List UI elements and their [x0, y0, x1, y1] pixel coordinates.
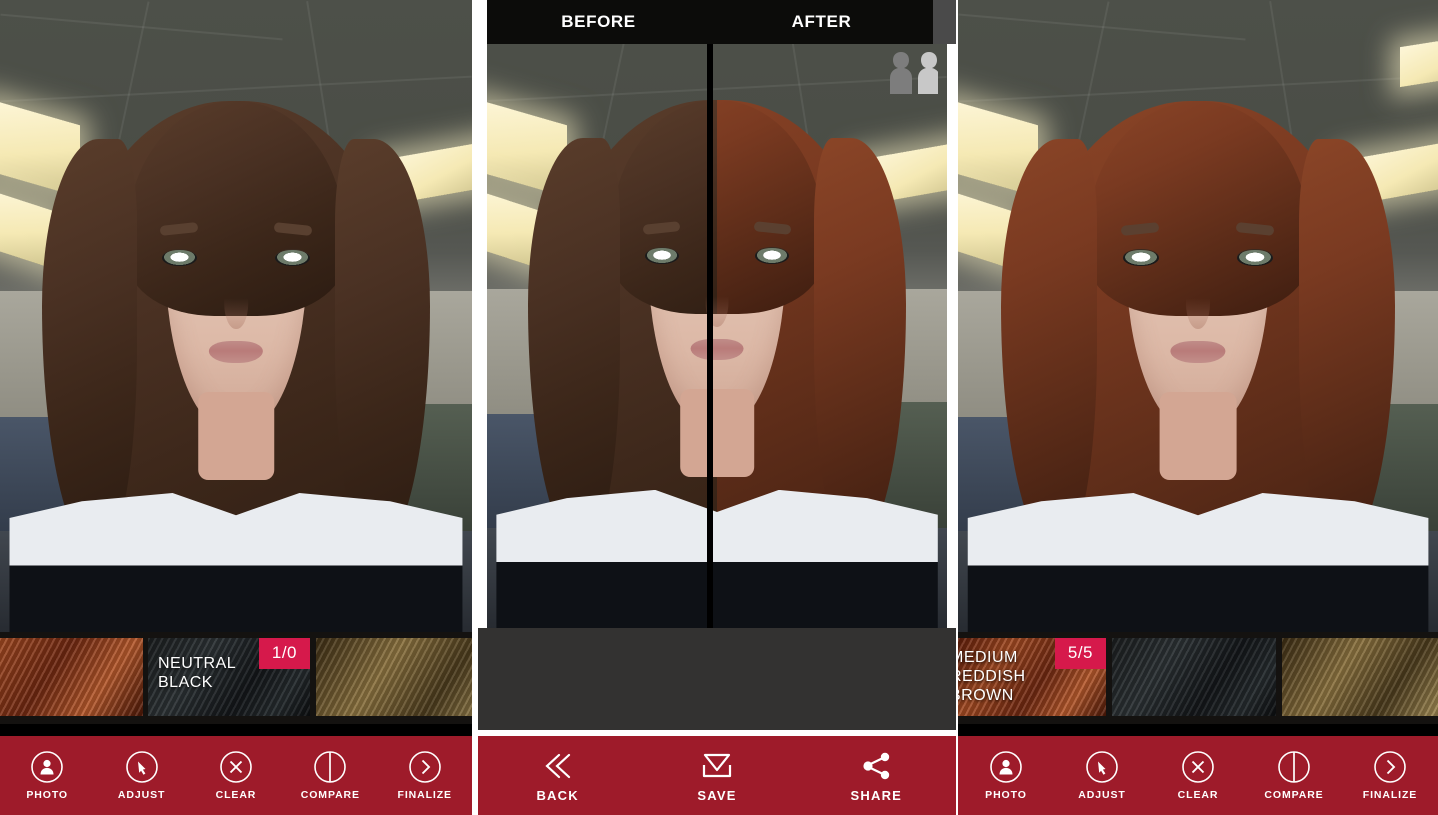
photo-button[interactable]: PHOTO: [5, 750, 89, 801]
middle-dark-area: [478, 628, 956, 730]
compare-label: COMPARE: [301, 789, 360, 801]
finalize-icon: [408, 750, 442, 784]
after-label: AFTER: [710, 12, 933, 32]
compare-button[interactable]: COMPARE: [1252, 750, 1336, 801]
swatch-item[interactable]: [0, 638, 143, 716]
compare-icon: [313, 750, 347, 784]
before-label: BEFORE: [487, 12, 710, 32]
right-phone-screen: MEDIUM REDDISH BROWN 5/5 PHOTO: [958, 0, 1438, 815]
right-swatch-strip[interactable]: MEDIUM REDDISH BROWN 5/5: [958, 632, 1438, 724]
save-button[interactable]: SAVE: [675, 749, 759, 803]
eye-right: [275, 250, 310, 266]
clear-label: CLEAR: [1178, 789, 1219, 801]
share-button[interactable]: SHARE: [834, 749, 918, 803]
left-bottom-toolbar: PHOTO ADJUST CLEAR: [0, 736, 472, 815]
eye-left: [1123, 250, 1159, 266]
swatch-item[interactable]: [316, 638, 472, 716]
photo-icon: [989, 750, 1023, 784]
middle-bottom-toolbar: BACK SAVE: [478, 736, 956, 815]
before-after-header: BEFORE AFTER: [487, 0, 933, 44]
back-button[interactable]: BACK: [516, 749, 600, 803]
adjust-label: ADJUST: [118, 789, 165, 801]
before-after-preview[interactable]: [487, 0, 947, 628]
left-swatch-strip[interactable]: NEUTRAL BLACK 1/0: [0, 632, 472, 724]
clear-icon: [219, 750, 253, 784]
share-icon: [855, 749, 897, 783]
middle-phone-screen: BEFORE AFTER BACK: [478, 0, 956, 815]
compare-button[interactable]: COMPARE: [288, 750, 372, 801]
adjust-label: ADJUST: [1078, 789, 1125, 801]
photo-label: PHOTO: [26, 789, 68, 801]
swatch-label: MEDIUM REDDISH BROWN: [958, 648, 1026, 705]
screenshot-stage: NEUTRAL BLACK 1/0 PHOTO: [0, 0, 1438, 815]
adjust-icon: [125, 750, 159, 784]
clear-button[interactable]: CLEAR: [194, 750, 278, 801]
before-half: [487, 0, 717, 628]
clear-label: CLEAR: [216, 789, 257, 801]
header-filler: [933, 0, 956, 44]
finalize-icon: [1373, 750, 1407, 784]
swatch-item[interactable]: [1282, 638, 1438, 716]
clear-button[interactable]: CLEAR: [1156, 750, 1240, 801]
swatch-code-badge: 5/5: [1055, 638, 1106, 669]
share-label: SHARE: [851, 788, 903, 803]
save-label: SAVE: [697, 788, 736, 803]
photo-icon: [30, 750, 64, 784]
adjust-button[interactable]: ADJUST: [1060, 750, 1144, 801]
back-icon: [537, 749, 579, 783]
finalize-button[interactable]: FINALIZE: [383, 750, 467, 801]
right-bottom-toolbar: PHOTO ADJUST CLEAR: [958, 736, 1438, 815]
adjust-icon: [1085, 750, 1119, 784]
swatch-label: NEUTRAL BLACK: [158, 654, 236, 692]
before-after-divider[interactable]: [707, 0, 713, 628]
finalize-label: FINALIZE: [1363, 789, 1417, 801]
left-phone-screen: NEUTRAL BLACK 1/0 PHOTO: [0, 0, 472, 815]
adjust-button[interactable]: ADJUST: [100, 750, 184, 801]
swatch-item-selected[interactable]: MEDIUM REDDISH BROWN 5/5: [958, 638, 1106, 716]
swatch-code-badge: 1/0: [259, 638, 310, 669]
nose: [1186, 278, 1210, 329]
photo-label: PHOTO: [985, 789, 1027, 801]
finalize-label: FINALIZE: [398, 789, 452, 801]
compare-label: COMPARE: [1264, 789, 1323, 801]
save-icon: [696, 749, 738, 783]
compare-icon: [1277, 750, 1311, 784]
eye-left: [162, 250, 197, 266]
photo-button[interactable]: PHOTO: [964, 750, 1048, 801]
finalize-button[interactable]: FINALIZE: [1348, 750, 1432, 801]
eye-right: [1237, 250, 1273, 266]
clear-icon: [1181, 750, 1215, 784]
two-heads-icon[interactable]: [882, 48, 938, 96]
right-photo-preview[interactable]: [958, 0, 1438, 632]
back-label: BACK: [536, 788, 578, 803]
swatch-item-selected[interactable]: NEUTRAL BLACK 1/0: [148, 638, 310, 716]
swatch-item[interactable]: [1112, 638, 1276, 716]
left-photo-preview[interactable]: [0, 0, 472, 632]
portrait-subject: [0, 0, 472, 632]
portrait-subject: [958, 0, 1438, 632]
nose: [224, 278, 248, 329]
